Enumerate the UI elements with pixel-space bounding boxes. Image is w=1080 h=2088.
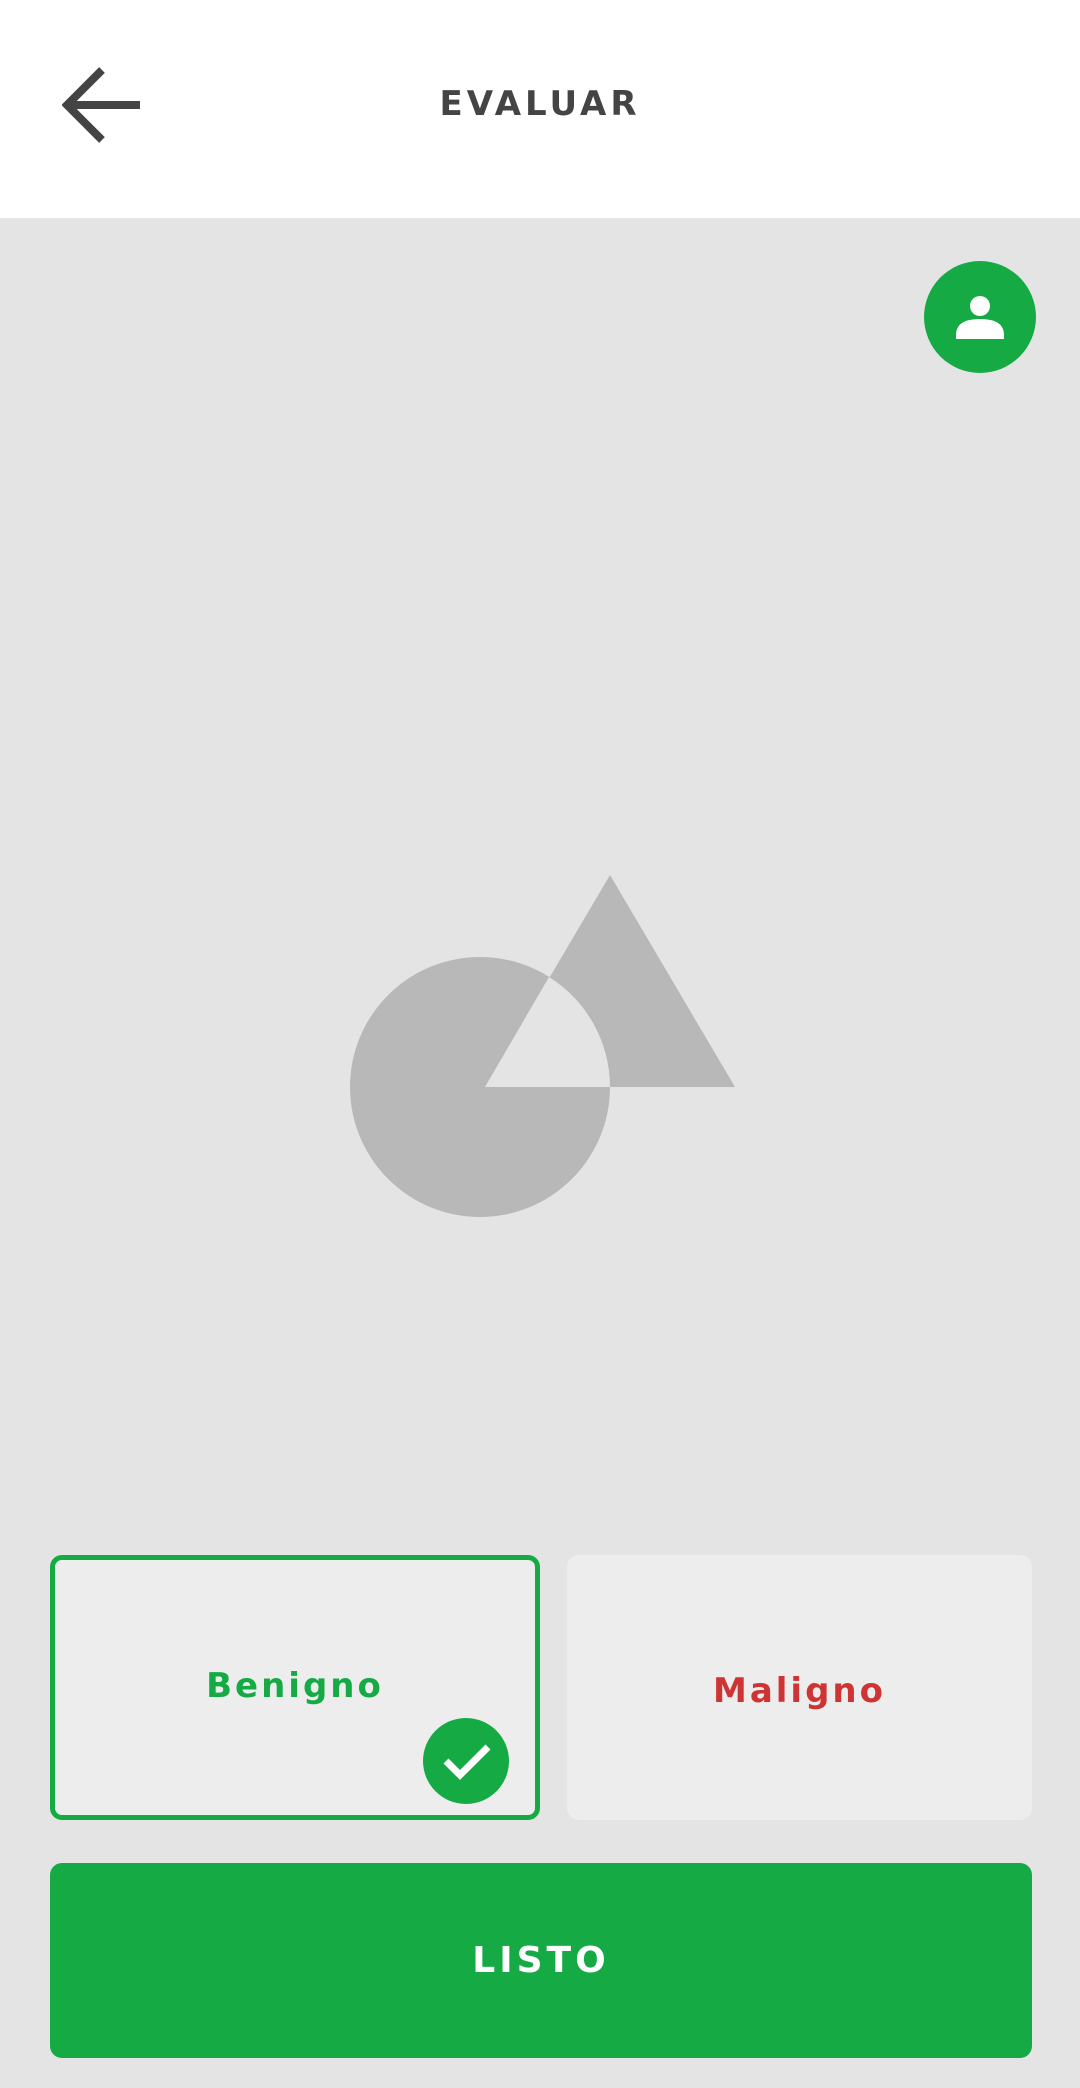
benign-label: Benigno [206, 1665, 384, 1706]
done-label: LISTO [472, 1940, 610, 1981]
image-placeholder-icon [350, 875, 735, 1217]
person-icon [956, 296, 1004, 339]
benign-option[interactable]: Benigno [50, 1555, 540, 1820]
profile-button[interactable] [924, 261, 1036, 373]
page-title: EVALUAR [439, 84, 641, 124]
selected-badge [423, 1718, 509, 1804]
done-button[interactable]: LISTO [50, 1863, 1032, 2058]
evaluation-screen: EVALUAR Benigno Maligno LISTO [0, 0, 1080, 2088]
malign-label: Maligno [713, 1670, 886, 1711]
check-icon [443, 1744, 491, 1780]
app-header: EVALUAR [0, 0, 1080, 218]
malign-option[interactable]: Maligno [567, 1555, 1032, 1820]
